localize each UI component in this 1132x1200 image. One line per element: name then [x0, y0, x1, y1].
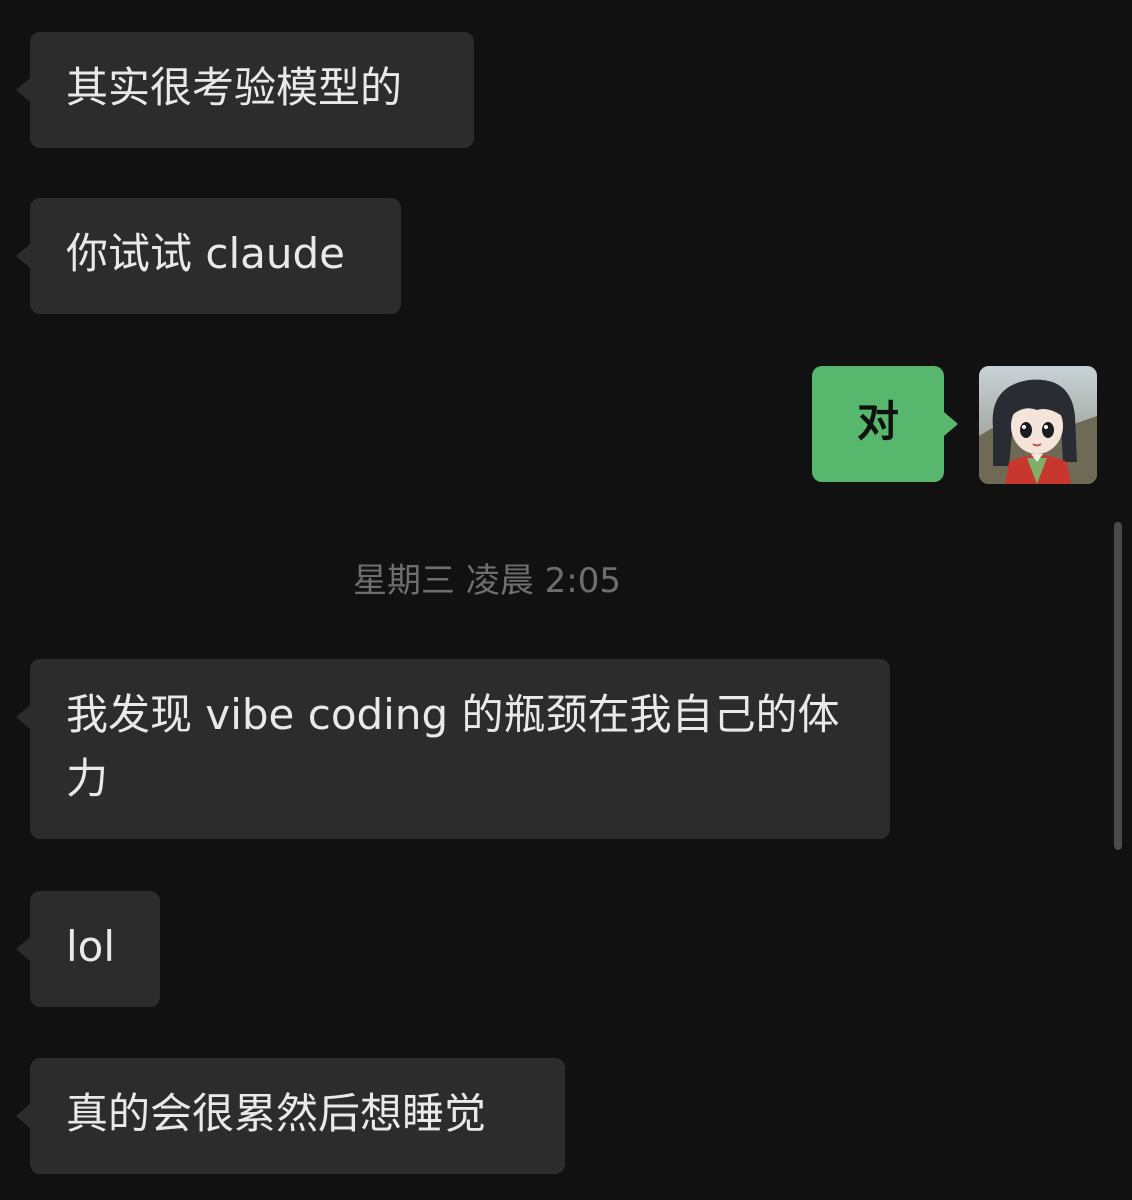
message-text: 我发现 vibe coding 的瓶颈在我自己的体力	[66, 690, 840, 803]
message-text: 真的会很累然后想睡觉	[66, 1089, 487, 1138]
message-bubble-incoming[interactable]: 其实很考验模型的	[16, 32, 474, 148]
message-bubble-incoming[interactable]: 真的会很累然后想睡觉	[16, 1058, 565, 1174]
user-avatar-icon[interactable]	[979, 366, 1097, 484]
message-bubble-incoming[interactable]: 我发现 vibe coding 的瓶颈在我自己的体力	[16, 659, 890, 839]
message-bubble-incoming[interactable]: lol	[16, 891, 160, 1007]
chat-view: 其实很考验模型的 你试试 claude 对 星期三 凌晨 2:05 我发现 vi…	[0, 0, 1132, 1200]
timestamp-divider: 星期三 凌晨 2:05	[353, 561, 621, 601]
scrollbar-thumb[interactable]	[1114, 522, 1122, 850]
message-bubble-incoming[interactable]: 你试试 claude	[16, 198, 401, 314]
message-text: 其实很考验模型的	[66, 63, 403, 112]
message-bubble-outgoing[interactable]: 对	[812, 366, 958, 482]
anime-girl-avatar-icon	[979, 366, 1097, 484]
message-text: 你试试 claude	[66, 229, 345, 278]
message-text: 对	[856, 397, 899, 446]
message-text: lol	[66, 922, 116, 971]
